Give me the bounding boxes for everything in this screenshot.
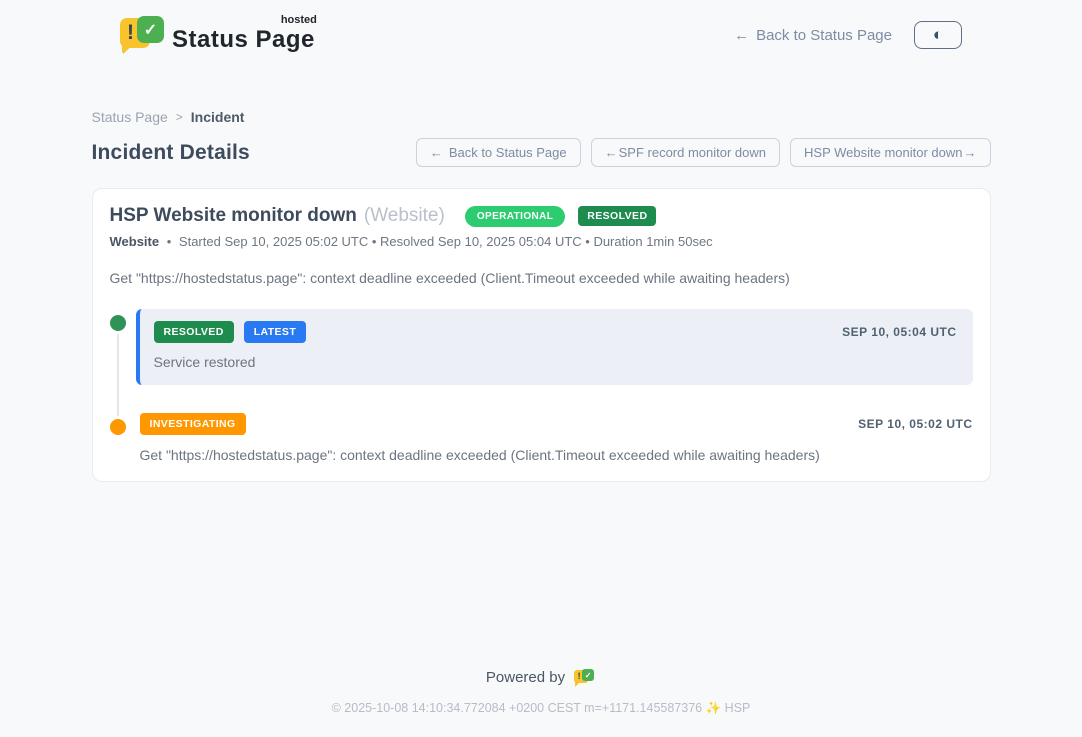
incident-scope: (Website): [364, 205, 445, 227]
powered-by-link[interactable]: Powered by ! ✓: [486, 668, 596, 687]
header-right: ← Back to Status Page ◐: [734, 21, 962, 49]
header: ! ✓ Status Page hosted ← Back to Status …: [120, 0, 962, 56]
resolved-badge: RESOLVED: [154, 321, 234, 343]
breadcrumb-status-page[interactable]: Status Page: [92, 109, 168, 125]
timeline-timestamp: SEP 10, 05:02 UTC: [858, 417, 972, 431]
timeline-entry-header: INVESTIGATING SEP 10, 05:02 UTC: [140, 413, 973, 435]
title-row: Incident Details ← Back to Status Page ←…: [92, 138, 991, 167]
powered-by-label: Powered by: [486, 669, 565, 686]
incident-nav-buttons: ← Back to Status Page ← SPF record monit…: [416, 138, 991, 167]
arrow-right-icon: →: [964, 145, 977, 160]
timeline-entry-body: INVESTIGATING SEP 10, 05:02 UTC Get "htt…: [140, 413, 973, 463]
theme-toggle-button[interactable]: ◐: [914, 21, 962, 49]
latest-badge: LATEST: [244, 321, 306, 343]
investigating-badge: INVESTIGATING: [140, 413, 246, 435]
back-to-status-page-button[interactable]: ← Back to Status Page: [416, 138, 581, 167]
copyright-text: © 2025-10-08 14:10:34.772084 +0200 CEST …: [332, 701, 703, 715]
header-back-link[interactable]: ← Back to Status Page: [734, 27, 892, 44]
incident-meta: Website • Started Sep 10, 2025 05:02 UTC…: [110, 234, 973, 249]
status-page-logo-icon: ! ✓: [120, 14, 164, 56]
sparkles-icon: ✨: [706, 701, 722, 715]
timeline-entry-body: RESOLVED LATEST SEP 10, 05:04 UTC Servic…: [136, 309, 973, 385]
main-content: Status Page > Incident Incident Details …: [92, 109, 991, 716]
breadcrumb: Status Page > Incident: [92, 109, 991, 125]
timeline-highlight-box: RESOLVED LATEST SEP 10, 05:04 UTC Servic…: [136, 309, 973, 385]
logo-green-square: ✓: [137, 16, 164, 43]
incident-title: HSP Website monitor down: [110, 205, 357, 227]
brand-name: Status Page: [172, 26, 315, 53]
timeline-badges: RESOLVED LATEST: [154, 321, 307, 343]
timeline-dot-orange: [110, 419, 126, 435]
timeline-entry-investigating: INVESTIGATING SEP 10, 05:02 UTC Get "htt…: [110, 413, 973, 463]
brand-hosted-superscript: hosted: [281, 14, 317, 26]
copyright-line: © 2025-10-08 14:10:34.772084 +0200 CEST …: [92, 701, 991, 716]
arrow-left-icon: ←: [734, 27, 749, 44]
back-link-label: Back to Status Page: [756, 27, 892, 44]
checkmark-icon: ✓: [585, 671, 592, 680]
brand-text: Status Page hosted: [172, 14, 315, 54]
prev-incident-button[interactable]: ← SPF record monitor down: [591, 138, 780, 167]
timeline-message: Service restored: [154, 354, 957, 370]
timeline-dot-green: [110, 315, 126, 331]
footer: Powered by ! ✓ © 2025-10-08 14:10:34.772…: [92, 668, 991, 716]
logo-bubble-tail: [575, 681, 581, 687]
half-circle-theme-icon: ◐: [933, 25, 943, 45]
timeline-message: Get "https://hostedstatus.page": context…: [140, 447, 973, 463]
page-title: Incident Details: [92, 141, 250, 165]
timeline-entry-resolved: RESOLVED LATEST SEP 10, 05:04 UTC Servic…: [110, 309, 973, 385]
resolved-status-badge: RESOLVED: [578, 206, 656, 226]
next-incident-button[interactable]: HSP Website monitor down →: [790, 138, 990, 167]
incident-service-name: Website: [110, 234, 160, 249]
brand-logo[interactable]: ! ✓ Status Page hosted: [120, 14, 315, 56]
arrow-left-icon: ←: [605, 145, 618, 160]
copyright-suffix: HSP: [725, 701, 751, 715]
operational-status-badge: OPERATIONAL: [465, 206, 565, 227]
incident-card: HSP Website monitor down (Website) OPERA…: [92, 188, 991, 482]
breadcrumb-separator: >: [176, 110, 183, 124]
incident-description: Get "https://hostedstatus.page": context…: [110, 270, 973, 286]
incident-meta-details: Started Sep 10, 2025 05:02 UTC • Resolve…: [179, 234, 713, 249]
meta-separator: •: [167, 234, 172, 249]
exclamation-icon: !: [578, 671, 581, 681]
timeline-entry-header: RESOLVED LATEST SEP 10, 05:04 UTC: [154, 321, 957, 343]
checkmark-icon: ✓: [144, 20, 157, 40]
arrow-left-icon: ←: [430, 145, 443, 160]
incident-card-header: HSP Website monitor down (Website) OPERA…: [110, 205, 973, 227]
timeline-timestamp: SEP 10, 05:04 UTC: [842, 325, 956, 339]
status-page-mini-logo-icon: ! ✓: [574, 668, 596, 687]
exclamation-icon: !: [127, 21, 134, 45]
logo-green-square: ✓: [582, 669, 594, 681]
breadcrumb-incident: Incident: [191, 109, 245, 125]
incident-timeline: RESOLVED LATEST SEP 10, 05:04 UTC Servic…: [110, 309, 973, 463]
